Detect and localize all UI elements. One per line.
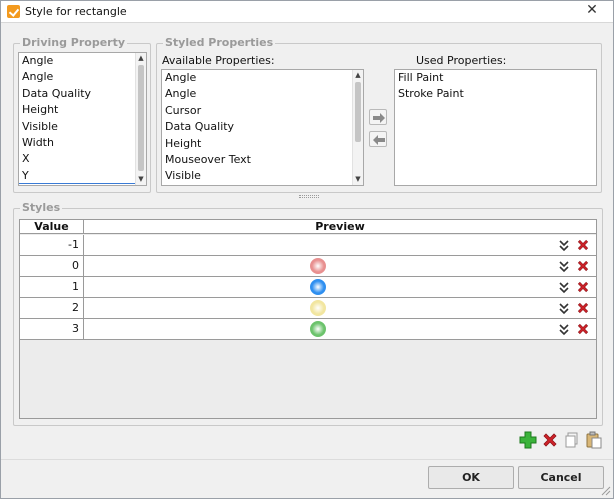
scroll-up-icon[interactable]: ▲ [353,70,363,81]
style-preview-cell[interactable] [84,235,554,255]
style-preview-cell[interactable] [84,256,554,276]
available-properties-label: Available Properties: [162,54,275,67]
remove-style-button[interactable] [541,431,559,449]
resize-grip-icon[interactable] [601,486,611,496]
list-item[interactable]: Fill Paint [395,70,596,86]
list-item[interactable]: Angle [19,53,146,69]
ok-button[interactable]: OK [428,466,514,489]
scroll-thumb[interactable] [355,82,361,142]
list-item[interactable]: Data Quality [162,119,363,135]
styled-properties-legend: Styled Properties [163,36,276,49]
move-left-button[interactable] [369,131,387,147]
title-bar[interactable]: Style for rectangle ✕ [1,1,613,23]
styles-table: Value Preview -1 0 1 2 3 [19,219,597,419]
delete-row-icon[interactable] [576,301,590,315]
list-item[interactable]: Visible [162,168,363,184]
scroll-down-icon[interactable]: ▼ [353,174,363,185]
style-value-cell[interactable]: 3 [20,319,84,339]
list-item[interactable]: Angle [19,69,146,85]
list-item[interactable]: Mouseover Text [162,152,363,168]
list-item[interactable]: X [19,151,146,167]
list-item[interactable]: Angle [162,70,363,86]
double-chevron-down-icon[interactable] [558,280,570,294]
double-chevron-down-icon[interactable] [558,238,570,252]
preview-swatch [310,300,326,316]
delete-icon [543,433,557,447]
double-chevron-down-icon[interactable] [558,301,570,315]
double-chevron-down-icon[interactable] [558,322,570,336]
arrow-left-icon [373,135,385,145]
scroll-up-icon[interactable]: ▲ [136,53,146,64]
list-item[interactable]: Height [162,136,363,152]
list-item[interactable]: Angle [162,86,363,102]
column-header-value[interactable]: Value [20,220,84,234]
style-value-cell[interactable]: -1 [20,235,84,255]
used-properties-label: Used Properties: [416,54,507,67]
copy-icon [565,432,578,448]
arrow-right-icon [373,113,385,123]
move-right-button[interactable] [369,109,387,125]
app-icon [7,5,20,18]
style-value-cell[interactable]: 2 [20,298,84,318]
window-title: Style for rectangle [25,5,127,18]
delete-row-icon[interactable] [576,280,590,294]
cancel-button[interactable]: Cancel [518,466,604,489]
delete-row-icon[interactable] [576,238,590,252]
style-dialog: Style for rectangle ✕ Driving Property A… [0,0,614,499]
list-item[interactable]: Data Quality [19,86,146,102]
divider [1,459,613,460]
list-item[interactable]: Stroke Paint [395,86,596,102]
style-value-cell[interactable]: 0 [20,256,84,276]
preview-swatch [310,279,326,295]
table-row[interactable]: 1 [20,277,596,298]
style-preview-cell[interactable] [84,319,554,339]
paste-icon [586,431,602,449]
close-button[interactable]: ✕ [577,1,607,19]
driving-property-legend: Driving Property [20,36,128,49]
available-properties-list[interactable]: Angle Angle Cursor Data Quality Height Mouseo… [161,69,364,186]
list-item[interactable]: Width [19,135,146,151]
list-item[interactable]: Visible [19,119,146,135]
preview-swatch [310,258,326,274]
list-item[interactable]: Y [19,168,146,185]
copy-style-button[interactable] [563,431,581,449]
list-item[interactable]: Cursor [162,103,363,119]
driving-property-list[interactable]: Angle Angle Data Quality Height Visible Width… [18,52,147,186]
preview-swatch [310,321,326,337]
style-value-cell[interactable]: 1 [20,277,84,297]
paste-style-button[interactable] [585,431,603,449]
table-row[interactable]: 0 [20,256,596,277]
driving-property-scrollbar[interactable]: ▲ ▼ [135,53,146,185]
scroll-thumb[interactable] [138,65,144,171]
available-properties-scrollbar[interactable]: ▲ ▼ [352,70,363,185]
table-header: Value Preview [20,220,596,234]
delete-row-icon[interactable] [576,259,590,273]
table-row[interactable]: -1 [20,235,596,256]
add-style-button[interactable] [519,431,537,449]
list-item[interactable]: Height [19,102,146,118]
used-properties-list[interactable]: Fill Paint Stroke Paint [394,69,597,186]
styles-legend: Styles [20,201,63,214]
splitter-handle[interactable] [299,195,319,198]
column-header-preview[interactable]: Preview [84,220,596,234]
table-row[interactable]: 2 [20,298,596,319]
double-chevron-down-icon[interactable] [558,259,570,273]
style-preview-cell[interactable] [84,277,554,297]
table-row[interactable]: 3 [20,319,596,340]
style-preview-cell[interactable] [84,298,554,318]
delete-row-icon[interactable] [576,322,590,336]
add-icon [519,431,537,449]
scroll-down-icon[interactable]: ▼ [136,174,146,185]
